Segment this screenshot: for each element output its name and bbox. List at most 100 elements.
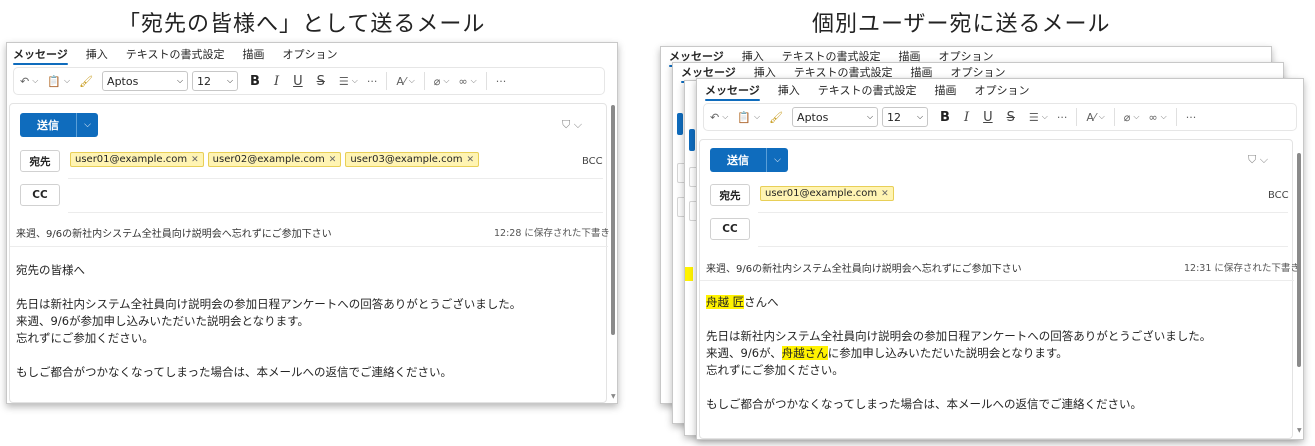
bcc-button[interactable]: BCC <box>582 156 603 167</box>
body-text: に参加申し込みいただいた説明会となります。 <box>827 346 1068 360</box>
send-options-chevron-icon[interactable]: ⌵ <box>766 148 788 172</box>
vertical-scrollbar[interactable] <box>1297 153 1301 367</box>
tab-format-text[interactable]: テキストの書式設定 <box>818 82 917 98</box>
more-options-button[interactable]: ··· <box>496 75 507 88</box>
line-spacing-icon[interactable]: ☰ ⌵ <box>1029 111 1048 124</box>
ribbon-tabs: メッセージ 挿入 テキストの書式設定 描画 オプション <box>697 79 1303 101</box>
peek-highlight <box>685 267 693 281</box>
body-line: 忘れずにご参加ください。 <box>706 363 844 377</box>
strikethrough-button[interactable]: S <box>317 74 325 89</box>
tab-options[interactable]: オプション <box>974 82 1029 98</box>
send-button[interactable]: 送信 <box>20 113 76 137</box>
recipient-address: user03@example.com <box>350 154 463 165</box>
undo-icon[interactable]: ↶ ⌵ <box>710 111 728 124</box>
left-compose-window: メッセージ 挿入 テキストの書式設定 描画 オプション ↶ ⌵ 📋 ⌵ 🖌 Apto… <box>6 42 618 404</box>
paste-icon[interactable]: 📋 ⌵ <box>737 111 760 124</box>
format-toolbar: ↶ ⌵ 📋 ⌵ 🖌 Aptos ⌵ 12 ⌵ B I U S ☰ ⌵ ··· A⁄ ⌵ ⌀ ⌵… <box>13 67 605 95</box>
tab-message[interactable]: メッセージ <box>13 46 68 65</box>
remove-recipient-icon[interactable]: ✕ <box>329 155 337 165</box>
tab-insert[interactable]: 挿入 <box>86 46 108 62</box>
paste-icon[interactable]: 📋 ⌵ <box>47 75 70 88</box>
remove-recipient-icon[interactable]: ✕ <box>466 155 474 165</box>
font-select[interactable]: Aptos ⌵ <box>102 71 189 91</box>
recipient-name-highlight: 舟越さん <box>781 346 828 360</box>
format-painter-icon[interactable]: 🖌 <box>769 111 783 124</box>
recipient-chip[interactable]: user01@example.com ✕ <box>70 152 204 167</box>
message-body[interactable]: 宛先の皆様へ 先日は新社内システム全社員向け説明会の参加日程アンケートへの回答あ… <box>16 262 521 381</box>
more-format-button[interactable]: ··· <box>367 75 378 88</box>
subject-divider <box>700 280 1294 281</box>
recipient-chip[interactable]: user01@example.com ✕ <box>760 186 894 201</box>
styles-icon[interactable]: A⁄ ⌵ <box>396 75 414 88</box>
strikethrough-button[interactable]: S <box>1007 110 1015 125</box>
more-format-button[interactable]: ··· <box>1057 111 1068 124</box>
bold-button[interactable]: B <box>940 110 950 125</box>
scroll-down-arrow-icon[interactable]: ▼ <box>611 393 616 400</box>
recipient-address: user02@example.com <box>212 154 325 165</box>
send-group: 送信 ⌵ <box>710 148 788 172</box>
underline-button[interactable]: U <box>293 74 303 89</box>
subject-field[interactable]: 来週、9/6の新社内システム全社員向け説明会へ忘れずにご参加下さい <box>706 260 1022 275</box>
ribbon-tabs: メッセージ 挿入 テキストの書式設定 描画 オプション <box>7 43 617 65</box>
styles-icon[interactable]: A⁄ ⌵ <box>1086 111 1104 124</box>
link-icon[interactable]: ∞ ⌵ <box>459 75 477 88</box>
font-size-select[interactable]: 12 ⌵ <box>882 107 929 127</box>
right-compose-window: メッセージ 挿入 テキストの書式設定 描画 オプション ↶ ⌵ 📋 ⌵ 🖌 Apto… <box>696 78 1304 440</box>
vertical-scrollbar[interactable] <box>611 105 615 335</box>
body-line: 先日は新社内システム全社員向け説明会の参加日程アンケートへの回答ありがとうござい… <box>16 297 522 311</box>
underline-button[interactable]: U <box>983 110 993 125</box>
sensitivity-shield-icon[interactable]: ⛉ ⌵ <box>562 118 582 132</box>
bcc-button[interactable]: BCC <box>1268 190 1289 201</box>
tab-draw[interactable]: 描画 <box>934 82 956 98</box>
send-options-chevron-icon[interactable]: ⌵ <box>76 113 98 137</box>
body-line: 先日は新社内システム全社員向け説明会の参加日程アンケートへの回答ありがとうござい… <box>706 329 1212 343</box>
toolbar-divider <box>485 72 487 90</box>
attach-icon[interactable]: ⌀ ⌵ <box>434 75 450 88</box>
tab-options[interactable]: オプション <box>282 46 337 62</box>
font-size-select[interactable]: 12 ⌵ <box>192 71 239 91</box>
toolbar-divider <box>1113 108 1115 126</box>
remove-recipient-icon[interactable]: ✕ <box>881 189 889 199</box>
font-select[interactable]: Aptos ⌵ <box>792 107 879 127</box>
tab-message[interactable]: メッセージ <box>705 82 760 101</box>
line-spacing-icon[interactable]: ☰ ⌵ <box>339 75 358 88</box>
to-button[interactable]: 宛先 <box>710 184 750 206</box>
greeting-line: 舟越 匠さんへ <box>706 294 1211 311</box>
undo-icon[interactable]: ↶ ⌵ <box>20 75 38 88</box>
chevron-down-icon: ⌵ <box>866 112 874 121</box>
remove-recipient-icon[interactable]: ✕ <box>191 155 199 165</box>
greeting-line: 宛先の皆様へ <box>16 263 85 277</box>
body-line: もしご都合がつかなくなってしまった場合は、本メールへの返信でご連絡ください。 <box>16 365 452 379</box>
tab-draw[interactable]: 描画 <box>242 46 264 62</box>
tab-format-text[interactable]: テキストの書式設定 <box>126 46 225 62</box>
more-options-button[interactable]: ··· <box>1186 111 1197 124</box>
to-button[interactable]: 宛先 <box>20 150 60 172</box>
message-body[interactable]: 舟越 匠さんへ 先日は新社内システム全社員向け説明会の参加日程アンケートへの回答… <box>706 294 1211 413</box>
scroll-down-arrow-icon[interactable]: ▼ <box>1297 427 1302 434</box>
send-button[interactable]: 送信 <box>710 148 766 172</box>
italic-button[interactable]: I <box>274 74 279 89</box>
format-painter-icon[interactable]: 🖌 <box>79 75 93 88</box>
compose-area: 送信 ⌵ ⛉ ⌵ 宛先 user01@example.com ✕ user02@e… <box>9 103 610 403</box>
link-icon[interactable]: ∞ ⌵ <box>1149 111 1167 124</box>
chevron-down-icon: ⌵ <box>226 76 234 85</box>
format-toolbar: ↶ ⌵ 📋 ⌵ 🖌 Aptos ⌵ 12 ⌵ B I U S ☰ ⌵ ··· A⁄ ⌵ ⌀ ⌵… <box>703 103 1297 131</box>
body-line: 来週、9/6が参加申し込みいただいた説明会となります。 <box>16 314 310 328</box>
toolbar-divider <box>1076 108 1078 126</box>
recipient-address: user01@example.com <box>765 188 878 199</box>
sensitivity-shield-icon[interactable]: ⛉ ⌵ <box>1248 153 1268 167</box>
bold-button[interactable]: B <box>250 74 260 89</box>
recipient-chip[interactable]: user02@example.com ✕ <box>207 152 342 167</box>
cc-button[interactable]: CC <box>20 184 60 206</box>
subject-field[interactable]: 来週、9/6の新社内システム全社員向け説明会へ忘れずにご参加下さい <box>16 225 332 240</box>
recipient-chip[interactable]: user03@example.com ✕ <box>345 152 480 167</box>
font-name: Aptos <box>107 74 139 88</box>
to-recipients: user01@example.com ✕ <box>760 186 894 201</box>
recipient-address: user01@example.com <box>75 154 188 165</box>
attach-icon[interactable]: ⌀ ⌵ <box>1124 111 1140 124</box>
tab-insert[interactable]: 挿入 <box>778 82 800 98</box>
field-divider <box>758 246 1288 247</box>
italic-button[interactable]: I <box>964 110 969 125</box>
toolbar-divider <box>1175 108 1177 126</box>
cc-button[interactable]: CC <box>710 218 750 240</box>
